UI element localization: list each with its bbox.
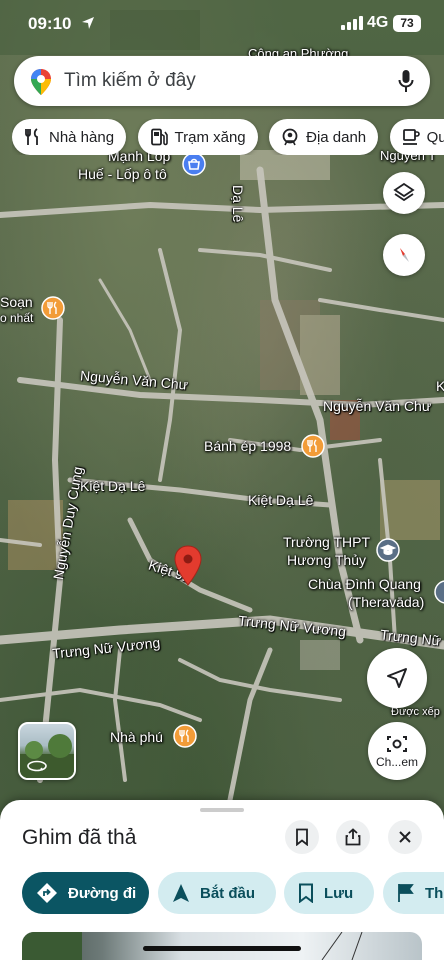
microphone-icon[interactable] [398,69,414,93]
place-label: Nhà phú [110,729,163,745]
chip-landmarks[interactable]: Địa danh [269,119,379,155]
save-place-button[interactable]: Lưu [284,872,374,914]
place-label: Chùa Đình Quang [308,576,421,592]
status-bar: 09:10 4G 73 [0,0,444,48]
road-label: Nguyễn Văn Chư [323,398,432,414]
place-label: Trường THPT [283,534,371,550]
share-icon [345,828,361,846]
category-chips: Nhà hàng Trạm xăng Địa danh Quá [12,119,444,155]
bookmark-icon [299,883,313,903]
place-label: K [436,378,444,394]
place-label: Hương Thủy [287,552,366,568]
compass-button[interactable] [383,234,425,276]
fork-knife-icon [25,128,38,145]
chip-cafes[interactable]: Quá [389,119,444,155]
chip-label: Trạm xăng [174,128,246,146]
google-maps-logo-icon [31,69,51,95]
camera-search-button[interactable]: Ch...em [368,722,426,780]
place-label: Soạn [0,294,33,310]
bookmark-icon [296,828,308,846]
cafe-icon [402,129,420,145]
compass-icon [400,248,409,262]
close-button[interactable] [388,820,422,854]
close-icon [399,831,411,843]
share-button[interactable] [336,820,370,854]
road-label: Kiệt Dạ Lê [248,492,314,508]
camera-search-label: Ch...em [375,754,418,769]
flag-button[interactable]: Th [383,872,444,914]
flag-icon [398,884,414,902]
restaurant-poi-icon[interactable] [173,724,197,748]
location-arrow-icon [82,17,94,29]
status-time: 09:10 [28,14,72,33]
street-view-thumbnail[interactable] [18,722,76,780]
place-label: o nhất [0,311,34,325]
temple-poi-icon[interactable] [434,580,444,604]
camera-search-icon [387,735,407,752]
battery-level: 73 [400,16,414,30]
flag-label: Th [425,884,444,902]
place-label: (Theravāda) [348,594,425,610]
place-label: Huế - Lốp ô tô [78,166,167,182]
restaurant-poi-icon[interactable] [301,434,325,458]
chip-gas-stations[interactable]: Trạm xăng [137,119,258,155]
sheet-drag-handle[interactable] [200,808,244,812]
home-indicator[interactable] [143,946,301,951]
rotate-360-icon [27,760,47,772]
road-label: Kiệt Dạ Lê [80,478,146,494]
search-input[interactable]: Tìm kiếm ở đây [64,70,196,92]
my-location-button[interactable] [367,648,427,708]
school-poi-icon[interactable] [376,538,400,562]
chip-label: Địa danh [306,128,367,146]
save-button[interactable] [285,820,319,854]
save-label: Lưu [324,884,354,902]
start-label: Bắt đầu [200,884,256,902]
road-label: Dạ Lê [230,185,246,223]
place-label: Bánh ép 1998 [204,438,292,454]
navigation-arrow-icon [387,668,407,688]
gas-station-icon [150,128,168,146]
network-type: 4G [367,14,389,31]
start-button[interactable]: Bắt đầu [158,872,276,914]
shopping-poi-icon[interactable] [182,152,206,176]
sheet-title: Ghim đã thả [22,826,137,849]
cellular-signal-icon [341,16,363,30]
landmark-icon [282,128,298,146]
battery-icon: 73 [393,15,421,32]
layers-icon [393,182,415,202]
chip-label: Quá [426,128,444,146]
directions-button[interactable]: Đường đi [22,872,149,914]
layers-button[interactable] [383,172,425,214]
chip-restaurants[interactable]: Nhà hàng [12,119,127,155]
directions-icon [37,883,57,903]
navigation-arrow-icon [173,884,189,902]
directions-label: Đường đi [68,884,137,902]
dropped-pin-icon[interactable] [173,545,203,587]
search-bar[interactable]: Tìm kiếm ở đây [14,56,430,106]
chip-label: Nhà hàng [49,128,115,146]
restaurant-poi-icon[interactable] [41,296,65,320]
